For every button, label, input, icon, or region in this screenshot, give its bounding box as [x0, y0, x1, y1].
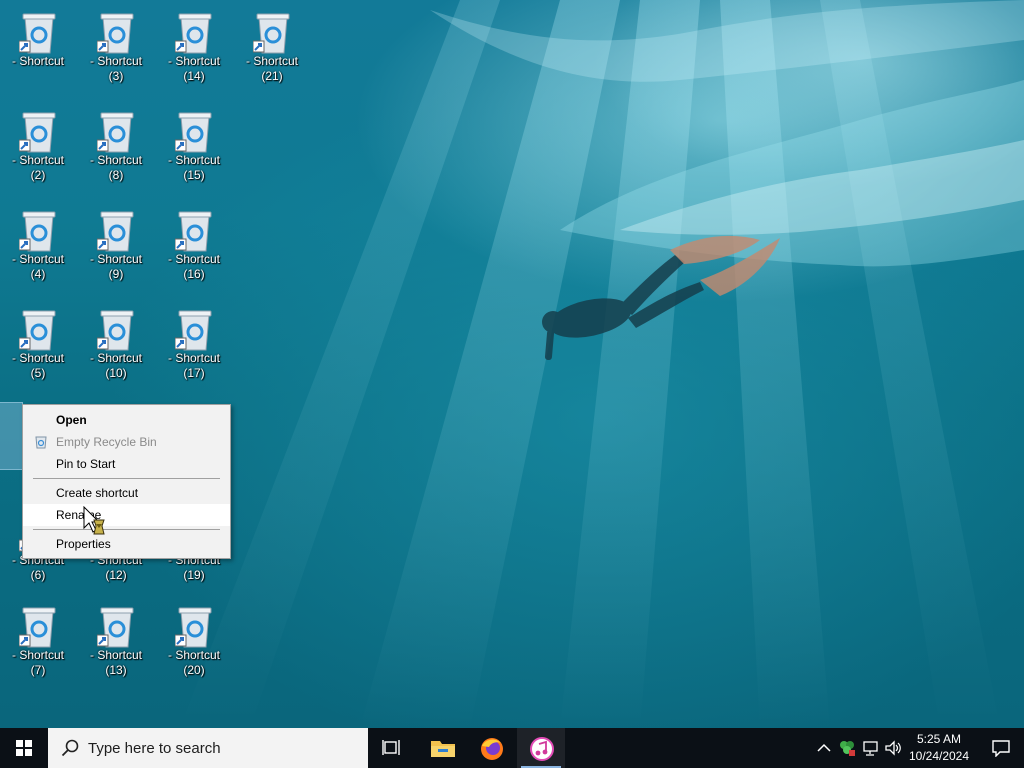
menu-item-label: Empty Recycle Bin — [56, 435, 157, 449]
itunes-button[interactable] — [517, 728, 565, 768]
itunes-icon — [530, 737, 554, 761]
recycle-bin-icon — [175, 13, 212, 54]
desktop-shortcut[interactable]: - Shortcut (9) — [79, 201, 153, 291]
taskbar-clock[interactable]: 5:25 AM 10/24/2024 — [904, 731, 974, 765]
volume-icon[interactable] — [884, 738, 904, 758]
recycle-bin-icon — [97, 211, 134, 252]
recycle-bin-icon — [19, 310, 56, 351]
desktop-shortcut[interactable]: - Shortcut (4) — [1, 201, 75, 291]
desktop-shortcut[interactable]: - Shortcut (14) — [157, 3, 231, 93]
icon-label: - Shortcut (9) — [89, 252, 143, 281]
windows-logo-icon — [16, 740, 32, 756]
icon-label: - Shortcut (21) — [245, 54, 299, 83]
file-explorer-icon — [431, 741, 455, 757]
icon-label: - Shortcut (20) — [167, 648, 221, 677]
icon-label: - Shortcut (4) — [11, 252, 65, 281]
recycle-bin-icon — [97, 112, 134, 153]
app-tray-icon[interactable] — [837, 738, 857, 758]
icon-label: - Shortcut (7) — [11, 648, 65, 677]
menu-item-open[interactable]: Open — [23, 409, 230, 431]
firefox-icon — [481, 738, 503, 760]
mouse-cursor-icon — [83, 506, 105, 535]
desktop-shortcut[interactable]: - Shortcut (16) — [157, 201, 231, 291]
recycle-bin-icon — [97, 310, 134, 351]
icon-label: - Shortcut (5) — [11, 351, 65, 380]
recycle-bin-icon — [175, 211, 212, 252]
taskbar: Type here to search 5:25 AM 10/24/2024 — [0, 728, 1024, 768]
icon-label: - Shortcut (15) — [167, 153, 221, 182]
context-menu: Open Empty Recycle Bin Pin to Start Crea… — [22, 404, 231, 559]
menu-item-create-shortcut[interactable]: Create shortcut — [23, 482, 230, 504]
search-placeholder: Type here to search — [88, 740, 221, 757]
start-button[interactable] — [0, 728, 48, 768]
menu-item-empty-recycle-bin[interactable]: Empty Recycle Bin — [23, 431, 230, 453]
recycle-bin-icon — [175, 607, 212, 648]
desktop-wallpaper — [0, 0, 1024, 728]
notification-icon — [992, 740, 1010, 757]
clock-time: 5:25 AM — [916, 732, 962, 746]
desktop-shortcut[interactable]: - Shortcut (20) — [157, 597, 231, 687]
desktop-shortcut-selected[interactable] — [0, 402, 23, 470]
recycle-bin-icon — [97, 13, 134, 54]
menu-item-pin-to-start[interactable]: Pin to Start — [23, 453, 230, 475]
desktop-shortcut[interactable]: - Shortcut (7) — [1, 597, 75, 687]
menu-separator — [33, 529, 220, 530]
desktop-shortcut[interactable]: - Shortcut — [1, 3, 75, 93]
recycle-bin-icon — [97, 607, 134, 648]
task-view-icon — [382, 740, 400, 755]
recycle-bin-icon — [175, 112, 212, 153]
recycle-bin-icon — [19, 112, 56, 153]
icon-label: - Shortcut (17) — [167, 351, 221, 380]
task-view-button[interactable] — [368, 728, 416, 768]
recycle-bin-icon — [19, 211, 56, 252]
action-center-button[interactable] — [978, 728, 1024, 768]
menu-separator — [33, 478, 220, 479]
icon-label: - Shortcut (3) — [89, 54, 143, 83]
desktop-shortcut[interactable]: - Shortcut (17) — [157, 300, 231, 390]
taskbar-search-box[interactable]: Type here to search — [48, 728, 368, 768]
icon-label: - Shortcut (14) — [167, 54, 221, 83]
menu-item-rename[interactable]: Rename — [23, 504, 230, 526]
recycle-bin-icon — [253, 13, 290, 54]
icon-label: - Shortcut (2) — [11, 153, 65, 182]
recycle-bin-icon — [19, 607, 56, 648]
recycle-bin-icon — [35, 436, 47, 449]
icon-label: - Shortcut (16) — [167, 252, 221, 281]
recycle-bin-icon — [19, 13, 56, 54]
firefox-button[interactable] — [467, 728, 515, 768]
search-icon — [61, 739, 79, 757]
icon-label: - Shortcut — [11, 54, 65, 68]
icon-label: - Shortcut (13) — [89, 648, 143, 677]
icon-label: - Shortcut (10) — [89, 351, 143, 380]
desktop-shortcut[interactable]: - Shortcut (10) — [79, 300, 153, 390]
network-icon[interactable] — [861, 738, 881, 758]
icon-label: - Shortcut (8) — [89, 153, 143, 182]
desktop-shortcut[interactable]: - Shortcut (3) — [79, 3, 153, 93]
chevron-up-icon[interactable] — [814, 738, 834, 758]
menu-item-properties[interactable]: Properties — [23, 533, 230, 555]
desktop-shortcut[interactable]: - Shortcut (8) — [79, 102, 153, 192]
desktop-shortcut[interactable]: - Shortcut (13) — [79, 597, 153, 687]
desktop-shortcut[interactable]: - Shortcut (5) — [1, 300, 75, 390]
clock-date: 10/24/2024 — [908, 749, 970, 763]
desktop-shortcut[interactable]: - Shortcut (21) — [235, 3, 309, 93]
recycle-bin-icon — [175, 310, 212, 351]
desktop-shortcut[interactable]: - Shortcut (15) — [157, 102, 231, 192]
desktop-shortcut[interactable]: - Shortcut (2) — [1, 102, 75, 192]
file-explorer-button[interactable] — [418, 728, 466, 768]
